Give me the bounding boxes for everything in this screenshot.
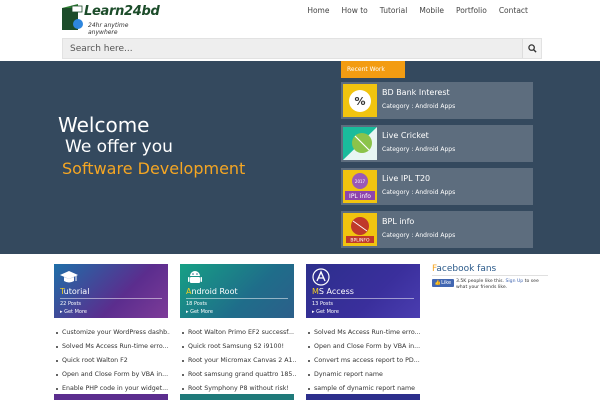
recent-item-category: Category : Android Apps <box>382 103 456 110</box>
category-title-initial: M <box>312 287 319 296</box>
category-post-count: 13 Posts <box>312 301 334 307</box>
svg-text:2017: 2017 <box>355 179 366 184</box>
search-input[interactable] <box>63 39 523 58</box>
search-button[interactable] <box>522 39 541 58</box>
facebook-signup-link[interactable]: Sign Up <box>505 279 523 284</box>
category-title: ndroid Root <box>191 287 238 296</box>
post-list-android-root: Root Walton Primo EF2 successf... Quick … <box>180 328 296 398</box>
list-item[interactable]: Open and Close Form by VBA in... <box>54 370 170 384</box>
recent-item-live-ipl[interactable]: 2017 IPL info Live IPL T20 Category : An… <box>341 168 533 205</box>
list-item[interactable]: Open and Close Form by VBA in... <box>306 342 422 356</box>
recent-item-category: Category : Android Apps <box>382 232 456 239</box>
category-get-more-link[interactable]: ▸ Get More <box>312 309 339 315</box>
facebook-like-button[interactable]: 👍 Like <box>432 279 454 287</box>
next-card-strip <box>180 394 294 400</box>
category-post-count: 18 Posts <box>186 301 208 307</box>
brand-tagline: 24hr anytime anywhere <box>88 22 129 36</box>
category-divider <box>60 298 162 299</box>
category-get-more-link[interactable]: ▸ Get More <box>60 309 87 315</box>
post-list-ms-access: Solved Ms Access Run-time erro... Open a… <box>306 328 422 398</box>
list-item[interactable]: Root samsung grand quattro 185... <box>180 370 296 384</box>
category-card-android-root[interactable]: Android Root 18 Posts ▸ Get More <box>180 264 294 318</box>
list-item[interactable]: Root your Micromax Canvas 2 A1... <box>180 356 296 370</box>
recent-item-title: Live Cricket <box>382 131 429 140</box>
category-divider <box>186 298 288 299</box>
list-item[interactable]: Solved Ms Access Run-time erro... <box>54 342 170 356</box>
search-icon <box>527 44 537 53</box>
facebook-like-text: 3.5K people like this. Sign Up to see wh… <box>456 279 539 290</box>
hero-offer: We offer you <box>65 137 173 157</box>
search-bar <box>62 38 542 59</box>
category-title: S Access <box>318 287 354 296</box>
ms-access-icon <box>312 268 330 286</box>
nav-item-how-to[interactable]: How to <box>335 6 373 15</box>
category-card-ms-access[interactable]: MS Access 13 Posts ▸ Get More <box>306 264 420 318</box>
android-icon <box>188 271 202 283</box>
recent-item-category: Category : Android Apps <box>382 146 456 153</box>
recent-item-title: BD Bank Interest <box>382 88 450 97</box>
recent-item-category: Category : Android Apps <box>382 189 456 196</box>
recent-work-tab[interactable]: Recent Work <box>341 61 405 78</box>
svg-text:%: % <box>354 95 365 108</box>
nav-item-contact[interactable]: Contact <box>493 6 534 15</box>
recent-item-bd-bank[interactable]: % BD Bank Interest Category : Android Ap… <box>341 82 533 119</box>
hero-software: Software Development <box>62 159 246 178</box>
post-list-tutorial: Customize your WordPress dashb... Solved… <box>54 328 170 398</box>
list-item[interactable]: Quick root Samsung S2 i9100! <box>180 342 296 356</box>
ipl-info-icon: 2017 IPL info <box>343 170 377 203</box>
nav-item-tutorial[interactable]: Tutorial <box>374 6 414 15</box>
list-item[interactable]: Dynamic report name <box>306 370 422 384</box>
category-title: utorial <box>63 287 90 296</box>
main-nav: Home How to Tutorial Mobile Portfolio Co… <box>301 6 534 15</box>
list-item[interactable]: Quick root Walton F2 <box>54 356 170 370</box>
brand-name: Learn24bd <box>84 4 160 19</box>
next-card-strip <box>54 394 168 400</box>
category-divider <box>312 298 414 299</box>
site-header: Learn24bd 24hr anytime anywhere Home How… <box>0 0 600 36</box>
list-item[interactable]: Convert ms access report to PD... <box>306 356 422 370</box>
facebook-fans-title: Facebook fans <box>432 264 497 274</box>
list-item[interactable]: Solved Ms Access Run-time erro... <box>306 328 422 342</box>
recent-item-title: BPL info <box>382 217 415 226</box>
category-get-more-link[interactable]: ▸ Get More <box>186 309 213 315</box>
hero-banner: Welcome We offer you Software Developmen… <box>0 61 600 254</box>
list-item[interactable]: Root Walton Primo EF2 successf... <box>180 328 296 342</box>
recent-item-title: Live IPL T20 <box>382 174 431 183</box>
recent-item-bpl-info[interactable]: BPLINFO BPL info Category : Android Apps <box>341 211 533 248</box>
facebook-divider <box>432 275 548 276</box>
recent-item-live-cricket[interactable]: Live Cricket Category : Android Apps <box>341 125 533 162</box>
svg-text:IPL info: IPL info <box>349 193 371 200</box>
nav-item-home[interactable]: Home <box>301 6 335 15</box>
cricket-ball-icon <box>343 127 377 160</box>
nav-item-portfolio[interactable]: Portfolio <box>450 6 493 15</box>
graduation-cap-icon <box>60 271 78 283</box>
hero-welcome: Welcome <box>58 113 150 137</box>
list-item[interactable]: Customize your WordPress dashb... <box>54 328 170 342</box>
category-post-count: 22 Posts <box>60 301 82 307</box>
percent-icon: % <box>343 84 377 117</box>
bpl-info-icon: BPLINFO <box>343 213 377 246</box>
nav-item-mobile[interactable]: Mobile <box>413 6 450 15</box>
svg-text:BPLINFO: BPLINFO <box>350 238 370 244</box>
site-logo[interactable]: Learn24bd 24hr anytime anywhere <box>62 2 160 36</box>
category-card-tutorial[interactable]: Tutorial 22 Posts ▸ Get More <box>54 264 168 318</box>
next-card-strip <box>306 394 420 400</box>
